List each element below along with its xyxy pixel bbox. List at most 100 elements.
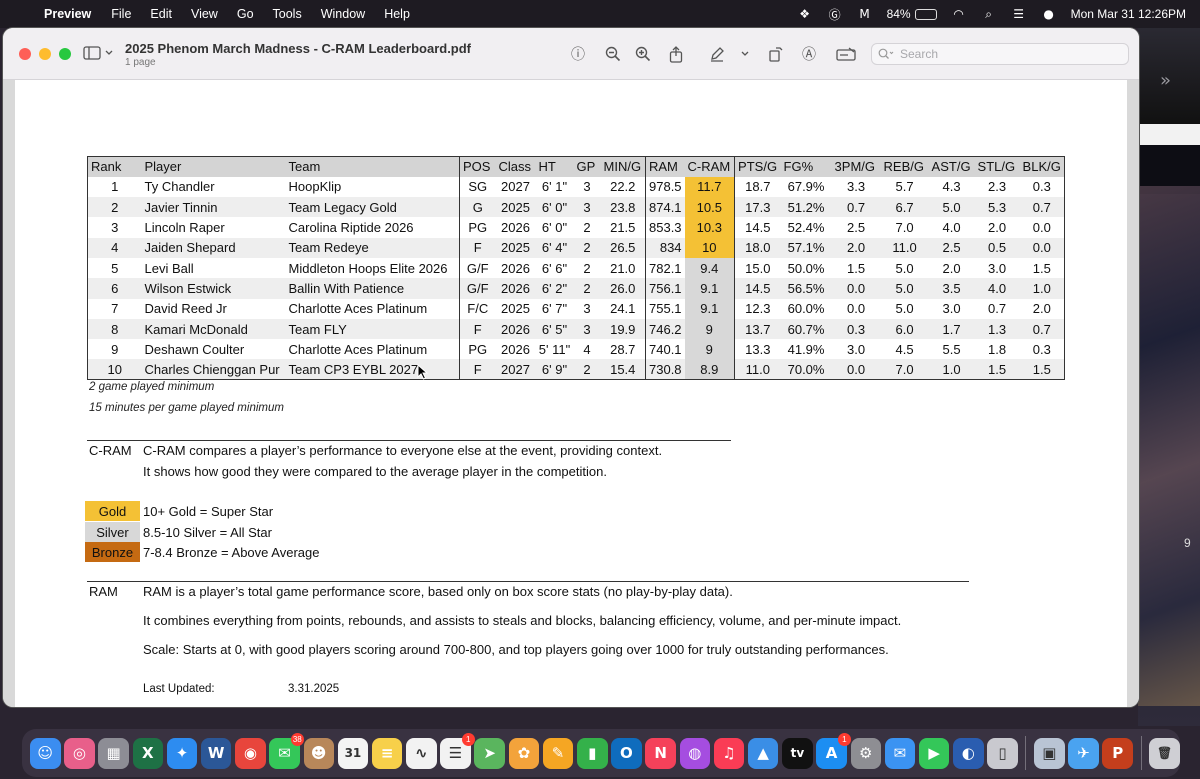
menu-view[interactable]: View	[191, 7, 218, 21]
iphone-mirroring-icon[interactable]: ▯	[987, 737, 1018, 769]
freeform-icon[interactable]: ∿	[406, 737, 437, 769]
messages-icon[interactable]: ✉ 38	[269, 732, 304, 769]
cell-gp: 3	[573, 298, 601, 319]
launchpad-icon[interactable]: ▦	[98, 737, 129, 769]
close-button[interactable]	[19, 48, 31, 60]
document-area[interactable]: Rank Player Team POS Class HT GP MIN/G R…	[3, 80, 1139, 707]
cell-ram: 756.1	[645, 278, 685, 299]
cell-pts: 11.0	[734, 359, 781, 380]
testflight-icon[interactable]: ✈	[1068, 737, 1099, 769]
trash-icon[interactable]: 🗑	[1149, 737, 1180, 769]
menu-help[interactable]: Help	[384, 7, 410, 21]
wifi-icon[interactable]: ◠	[951, 7, 967, 21]
chrome-icon[interactable]: ◉	[235, 737, 266, 769]
menu-window[interactable]: Window	[321, 7, 365, 21]
chevron-right-icon[interactable]: »	[1160, 70, 1171, 91]
menu-go[interactable]: Go	[237, 7, 254, 21]
menu-datetime[interactable]: Mon Mar 31 12:26PM	[1071, 7, 1186, 21]
minimize-button[interactable]	[39, 48, 51, 60]
cell-gp: 3	[573, 197, 601, 218]
cell-reb: 5.0	[880, 257, 929, 279]
cell-ast: 2.0	[928, 257, 975, 279]
col-cram: C-RAM	[684, 156, 736, 177]
menu-edit[interactable]: Edit	[150, 7, 172, 21]
numbers-glyph: ▮	[588, 744, 597, 762]
news-glyph: N	[654, 744, 667, 762]
cell-pts: 13.3	[734, 339, 781, 360]
search-field[interactable]: Search	[871, 43, 1129, 65]
browser-icon[interactable]: ◎	[64, 737, 95, 769]
annotate-icon[interactable]: Ⓐ	[798, 44, 820, 64]
maps-icon[interactable]: ➤	[474, 737, 505, 769]
markup-pen-icon[interactable]	[706, 44, 728, 64]
numbers-icon[interactable]: ▮	[577, 737, 608, 769]
calendar-icon[interactable]: 31	[337, 737, 369, 769]
cell-player: Wilson Estwick	[141, 278, 286, 299]
cell-height: 6' 7"	[535, 298, 574, 319]
safari-icon[interactable]: ✦	[166, 737, 198, 769]
settings-icon[interactable]: ⚙	[850, 737, 881, 769]
markup-chevron-down-icon[interactable]	[734, 44, 756, 64]
cell-pts: 18.0	[734, 237, 781, 258]
sidebar-toggle-button[interactable]	[83, 46, 113, 60]
pages-icon[interactable]: ✎	[542, 737, 574, 769]
menu-tools[interactable]: Tools	[273, 7, 302, 21]
document-page-count: 1 page	[125, 57, 156, 68]
cell-ram: 740.1	[645, 339, 685, 360]
battery-status[interactable]: 84%	[887, 7, 937, 21]
cell-height: 6' 6"	[535, 257, 574, 279]
excel-icon[interactable]: X	[132, 737, 164, 769]
news-icon[interactable]: N	[645, 737, 676, 769]
podcasts-icon[interactable]: ◍	[679, 737, 711, 769]
outlook-icon[interactable]: O	[611, 737, 642, 769]
share-icon[interactable]	[665, 44, 687, 64]
cell-cram: 10.3	[684, 217, 736, 238]
m-app-icon[interactable]: M	[857, 7, 873, 21]
cell-reb: 11.0	[880, 237, 929, 258]
table-row: 2 Javier Tinnin Team Legacy Gold G 2025 6' 0"…	[87, 197, 1065, 218]
tv-icon[interactable]: tv	[782, 737, 813, 769]
word-icon[interactable]: W	[200, 737, 232, 769]
info-icon[interactable]: ⓘ	[567, 44, 589, 64]
cell-height: 6' 1"	[535, 176, 574, 198]
dropbox-icon[interactable]: ❖	[797, 7, 813, 21]
menu-file[interactable]: File	[111, 7, 131, 21]
control-center-icon[interactable]: ☰	[1011, 7, 1027, 21]
menu-app-name[interactable]: Preview	[44, 7, 91, 21]
word-glyph: W	[207, 744, 225, 762]
reminders-icon[interactable]: ☰ 1	[440, 732, 475, 769]
cell-ast: 3.5	[928, 278, 975, 299]
notes-icon[interactable]: ≡	[371, 737, 403, 769]
ram-line-3: Scale: Starts at 0, with good players sc…	[143, 642, 889, 657]
mail-icon[interactable]: ✉	[884, 737, 916, 769]
music-icon[interactable]: ♫	[713, 737, 745, 769]
grammarly-icon[interactable]: Ⓖ	[827, 7, 843, 22]
spotlight-icon[interactable]: ⌕	[981, 7, 997, 21]
keynote-icon[interactable]: ▲	[747, 737, 779, 769]
photos-icon[interactable]: ✿	[508, 737, 540, 769]
siri-icon[interactable]: ●	[1041, 7, 1057, 21]
cell-pos: F	[459, 359, 496, 380]
tier-gold-swatch: Gold	[85, 501, 140, 521]
cell-player: Lincoln Raper	[141, 217, 286, 238]
zoom-out-icon[interactable]	[602, 44, 624, 64]
dock-separator	[1025, 736, 1027, 770]
facetime-icon[interactable]: ▶	[918, 737, 950, 769]
rotate-icon[interactable]	[765, 44, 787, 64]
screen-sharing-icon[interactable]: ◐	[953, 737, 984, 769]
cell-class: 2026	[495, 278, 536, 299]
photos-glyph: ✿	[517, 744, 531, 762]
powerpoint-icon[interactable]: P	[1102, 737, 1133, 769]
cell-3pm: 3.0	[831, 339, 881, 360]
cell-gp: 2	[573, 359, 601, 380]
powerpoint-glyph: P	[1112, 744, 1124, 762]
app-store-icon[interactable]: A1	[816, 732, 851, 769]
table-row: 10 Charles Chienggan Pur Team CP3 EYBL 202…	[87, 359, 1065, 380]
contacts-icon[interactable]: ☻	[303, 737, 334, 769]
finder-icon[interactable]: ☺	[30, 737, 61, 769]
preview-icon[interactable]: ▣	[1034, 737, 1065, 769]
zoom-button[interactable]	[59, 48, 71, 60]
zoom-in-icon[interactable]	[632, 44, 654, 64]
cell-team: Charlotte Aces Platinum	[285, 298, 460, 319]
form-fill-icon[interactable]	[835, 44, 857, 64]
